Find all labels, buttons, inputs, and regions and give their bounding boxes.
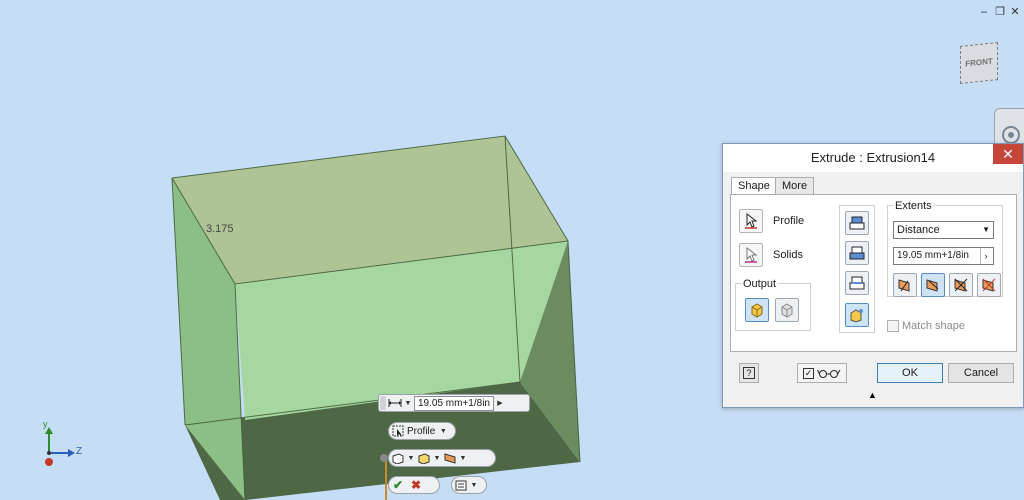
cursor-arrow-icon	[745, 213, 758, 229]
distance-input[interactable]: 19.05 mm+1/8in ›	[893, 247, 994, 265]
minitoolbar-distance: ▼ 19.05 mm+1/8in ▶	[378, 394, 530, 412]
glasses-icon	[817, 369, 841, 379]
extents-group-title: Extents	[893, 200, 934, 212]
match-shape-label: Match shape	[902, 320, 965, 332]
chevron-down-icon: ▼	[982, 225, 990, 234]
solid-output-icon[interactable]	[389, 451, 407, 465]
profile-label: Profile	[773, 215, 805, 227]
triad-z-label: Z	[76, 446, 83, 457]
ok-checkmark-icon[interactable]: ✔	[389, 478, 407, 492]
dialog-close-button[interactable]: ✕	[993, 144, 1023, 164]
collapse-toggle[interactable]: ▲	[730, 389, 1015, 401]
dimension-label[interactable]: 3.175	[206, 223, 234, 235]
join-operation-icon[interactable]	[415, 451, 433, 465]
chevron-down-icon[interactable]: ▼	[407, 455, 415, 462]
match-shape-checkbox[interactable]	[887, 320, 899, 332]
minitoolbar-profile: Profile ▼	[388, 422, 456, 440]
intersect-button[interactable]	[845, 271, 869, 295]
direction-symmetric-button[interactable]	[949, 273, 973, 297]
chevron-right-icon[interactable]: ▶	[496, 399, 504, 407]
cancel-x-icon[interactable]: ✖	[407, 478, 425, 492]
chevron-right-icon[interactable]: ›	[980, 248, 991, 264]
profile-select-button[interactable]	[739, 209, 763, 233]
shape-tab-panel: Profile Solids Output Extents Distance ▼…	[730, 194, 1017, 352]
extents-dropdown-value: Distance	[897, 224, 940, 236]
chevron-down-icon[interactable]: ▼	[404, 400, 412, 407]
surface-output-button[interactable]	[775, 298, 799, 322]
solid-output-button[interactable]	[745, 298, 769, 322]
chevron-down-icon[interactable]: ▼	[439, 428, 447, 435]
preview-checkbox-icon: ✓	[802, 367, 814, 379]
solid-cube-icon	[751, 303, 763, 318]
direction-default-button[interactable]	[893, 273, 917, 297]
direction-default-icon	[898, 279, 910, 292]
minitoolbar-options: ▼	[451, 476, 487, 494]
direction-asymmetric-button[interactable]	[977, 273, 1001, 297]
dialog-title: Extrude : Extrusion14	[723, 144, 1023, 172]
cut-button[interactable]	[845, 241, 869, 265]
minitoolbar-confirm: ✔ ✖	[388, 476, 440, 494]
cancel-button[interactable]: Cancel	[948, 363, 1014, 383]
options-menu-icon[interactable]	[452, 478, 470, 492]
close-window-icon[interactable]: ✕	[1009, 6, 1021, 18]
minitoolbar-output: ▼ ▼ ▼	[388, 449, 496, 467]
new-solid-icon	[850, 309, 863, 323]
ok-button[interactable]: OK	[877, 363, 943, 383]
solids-label: Solids	[773, 249, 803, 261]
extrude-dialog: Extrude : Extrusion14 ✕ Shape More Profi…	[722, 143, 1024, 408]
distance-direction-icon[interactable]	[386, 396, 404, 410]
cursor-arrow-icon	[745, 247, 758, 263]
help-icon: ?	[743, 367, 755, 379]
triad-y-label: y	[43, 419, 48, 429]
solids-select-button[interactable]	[739, 243, 763, 267]
view-cube[interactable]: FRONT	[956, 40, 1002, 84]
chevron-down-icon[interactable]: ▼	[433, 455, 441, 462]
join-icon	[849, 216, 865, 230]
distance-input-value: 19.05 mm+1/8in	[897, 250, 969, 261]
join-button[interactable]	[845, 211, 869, 235]
restore-icon[interactable]: ❐	[994, 6, 1006, 18]
new-solid-button[interactable]	[845, 303, 869, 327]
profile-select-icon[interactable]	[389, 424, 407, 438]
intersect-icon	[849, 276, 865, 290]
direction-flipped-icon	[926, 279, 939, 292]
direction-symmetric-icon	[954, 278, 968, 292]
direction-flipped-button[interactable]	[921, 273, 945, 297]
minitoolbar-distance-input[interactable]: 19.05 mm+1/8in	[414, 395, 494, 411]
help-button[interactable]: ?	[739, 363, 759, 383]
cut-icon	[849, 246, 865, 260]
view-cube-front-face[interactable]: FRONT	[960, 42, 998, 84]
minimize-icon[interactable]: –	[978, 6, 990, 18]
direction-icon[interactable]	[441, 451, 459, 465]
direction-asymmetric-icon	[982, 278, 996, 292]
axis-triad	[45, 427, 75, 466]
output-group-title: Output	[741, 278, 779, 290]
chevron-down-icon[interactable]: ▼	[470, 482, 478, 489]
minitoolbar-profile-label[interactable]: Profile	[407, 426, 435, 437]
chevron-down-icon[interactable]: ▼	[459, 455, 467, 462]
extents-dropdown[interactable]: Distance ▼	[893, 221, 994, 239]
surface-cube-icon	[781, 303, 793, 318]
preview-toggle[interactable]: ✓	[797, 363, 847, 383]
